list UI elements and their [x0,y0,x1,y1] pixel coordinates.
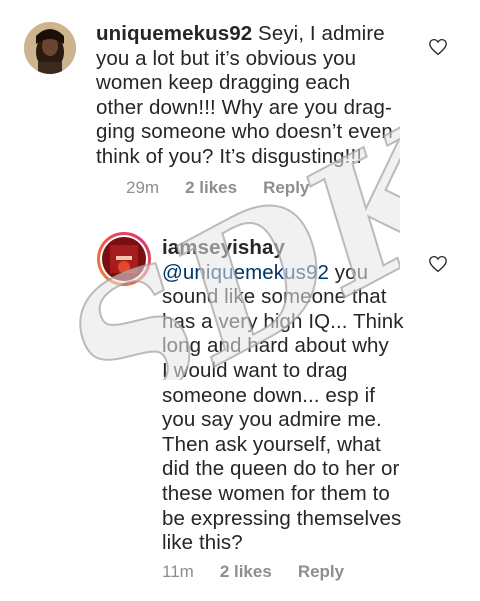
comment-text: uniquemekus92 Seyi, I admire you a lot b… [96,22,456,170]
comment-line: like this? [162,531,243,555]
username[interactable]: iamseyishay [162,236,462,261]
comment-line: long and hard about why [162,334,389,358]
avatar-inner [100,235,148,283]
comment-line: you a lot but it’s obvious you [96,46,357,70]
comment-line: Then ask yourself, what [162,432,381,456]
comment-1: uniquemekus92 Seyi, I admire you a lot b… [0,0,480,205]
comment-line: Seyi, I admire [258,22,385,45]
comment-line: think of you? It’s disgusting!!! [96,144,363,168]
comment-line: sound like someone that [162,285,387,309]
avatar[interactable] [97,232,151,286]
username[interactable]: uniquemekus92 [96,22,252,45]
comment-line: other down!!! Why are you drag- [96,95,392,119]
comment-line: you [328,260,369,284]
comment-text: iamseyishay @uniquemekus92 you sound lik… [162,236,462,556]
mention-link[interactable]: @uniquemekus92 [162,261,329,284]
heart-outline-icon[interactable] [428,255,448,273]
comment-line: be expressing themselves [162,506,402,530]
profile-photo-icon [102,237,146,281]
profile-photo-icon [24,22,76,74]
comment-time: 11m [162,562,194,581]
comment-meta: 29m 2 likes Reply [126,178,309,198]
comment-line: women keep dragging each [96,71,351,95]
comment-line: you say you admire me. [162,408,382,432]
likes-count[interactable]: 2 likes [220,562,272,582]
comment-line: someone down... esp if [162,383,376,407]
reply-button[interactable]: Reply [298,562,344,582]
comment-line: ging someone who doesn’t even [96,120,393,144]
reply-button[interactable]: Reply [263,178,309,198]
avatar[interactable] [24,22,76,74]
comment-time: 29m [126,178,160,197]
heart-outline-icon[interactable] [428,38,448,56]
comment-2: iamseyishay @uniquemekus92 you sound lik… [0,205,480,601]
comment-line: I would want to drag [162,358,348,382]
comment-line: has a very high IQ... Think [162,309,404,333]
likes-count[interactable]: 2 likes [185,178,237,198]
comment-line: these women for them to [162,481,390,505]
comment-meta: 11m 2 likes Reply [162,562,344,582]
comment-line: did the queen do to her or [162,457,400,481]
